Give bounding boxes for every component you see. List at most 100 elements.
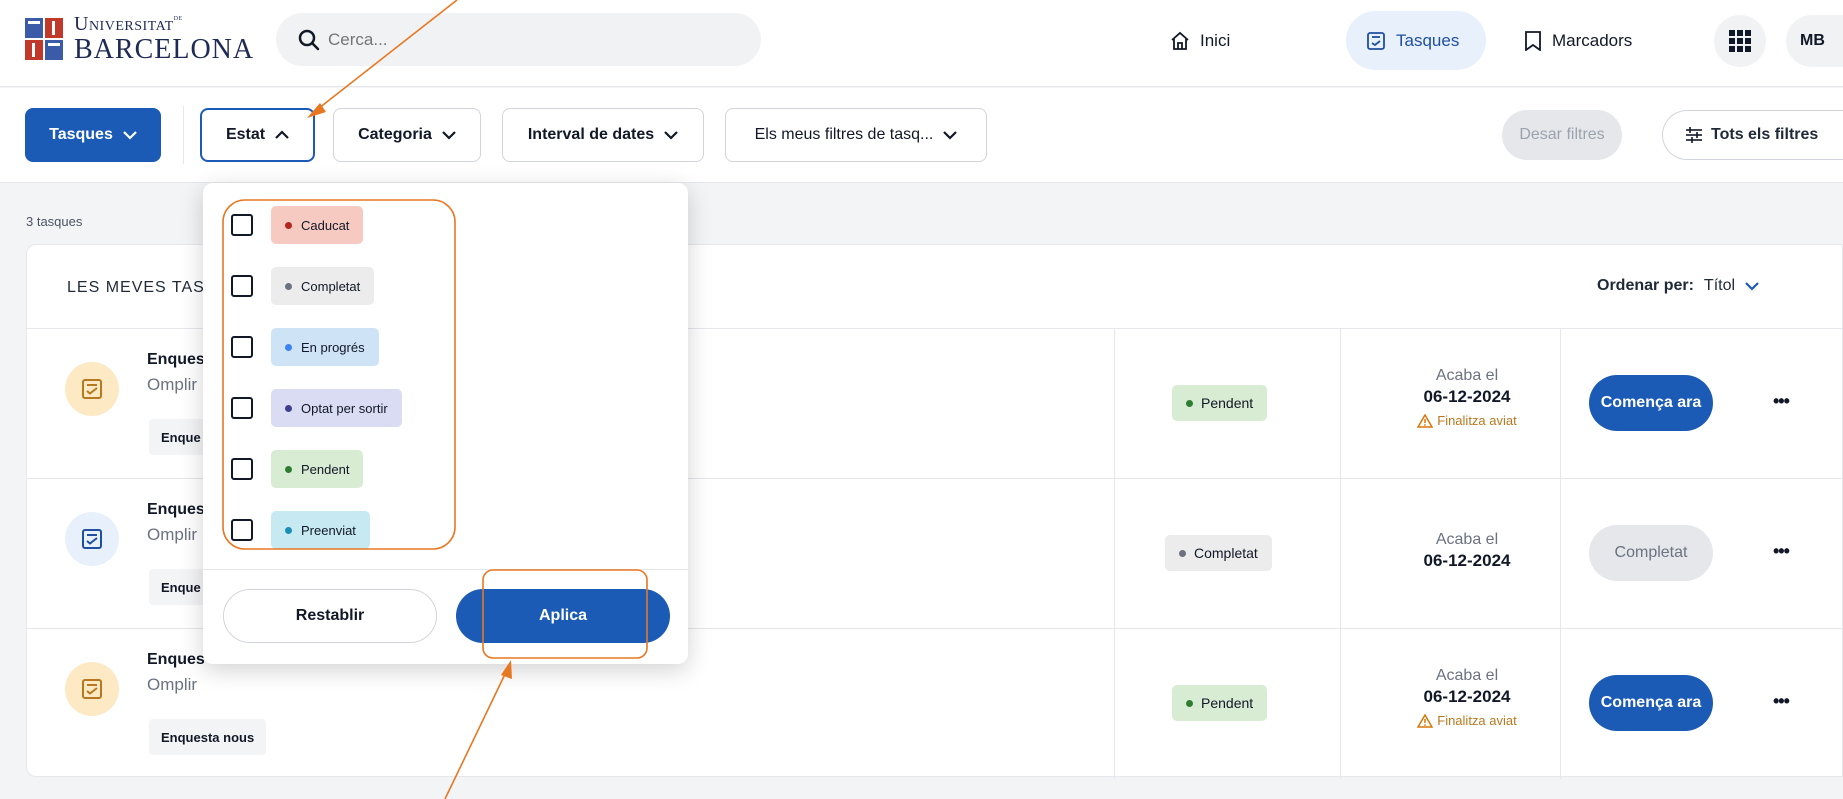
sort-value: Títol [1703,277,1736,294]
start-now-button[interactable]: Comença ara [1589,675,1713,731]
due-warning: Finalitza aviat [1367,413,1567,428]
nav-home-label: Inici [1200,30,1231,50]
nav-bookmarks[interactable]: Marcadors [1504,11,1652,70]
filter-estat[interactable]: Estat [200,108,315,162]
chevron-down-icon [123,131,137,140]
due-warning-label: Finalitza aviat [1437,413,1517,428]
filter-date-range-label: Interval de dates [527,126,655,143]
more-options-icon[interactable]: ••• [1773,691,1790,712]
status-pill: Optat per sortir [271,389,402,427]
status-badge: Completat [1165,535,1272,571]
status-dot [285,465,292,473]
all-filters-label: Tots els filtres [1711,126,1819,143]
status-option-label: Completat [301,278,361,294]
checkbox[interactable] [231,458,253,480]
task-name[interactable]: Enques [147,651,205,669]
task-tag: Enquesta nous [149,719,267,755]
status-option-caducat[interactable]: Caducat [231,205,364,245]
task-name[interactable]: Enques [147,501,205,519]
survey-icon [65,362,119,416]
apps-menu-button[interactable] [1714,15,1766,67]
due-date: 06-12-2024 [1423,387,1511,406]
due-warning-label: Finalitza aviat [1437,713,1517,728]
filter-bar: Tasques Estat Categoria Interval de date… [0,88,1843,183]
status-option-pendent[interactable]: Pendent [231,449,364,489]
dropdown-divider [203,569,688,570]
more-options-icon[interactable]: ••• [1773,391,1790,412]
due-warning: Finalitza aviat [1367,713,1567,728]
status-dot [1179,549,1186,557]
nav-home[interactable]: Inici [1150,11,1250,70]
checkbox[interactable] [231,214,253,236]
brand-line1-sup: de [173,13,183,22]
save-filters-button[interactable]: Desar filtres [1502,110,1622,160]
filter-my-filters-label: Els meus filtres de tasq... [754,126,934,143]
column-divider [1560,629,1561,779]
due-date: 06-12-2024 [1423,551,1511,570]
search-input[interactable] [328,29,728,50]
task-list-title: LES MEVES TASC [67,279,218,296]
search-icon [298,29,320,50]
checkbox[interactable] [231,519,253,541]
status-pill: Preenviat [271,511,370,549]
tasks-type-button[interactable]: Tasques [25,108,161,162]
warning-icon [1417,713,1434,728]
due-info: Acaba el 06-12-2024 Finalitza aviat [1367,367,1567,428]
completed-button[interactable]: Completat [1589,525,1713,581]
sliders-icon [1686,127,1702,143]
brand-line2: BARCELONA [74,34,255,65]
status-dot [285,526,292,534]
status-label: Pendent [1201,395,1254,411]
nav-tasks[interactable]: Tasques [1346,11,1486,70]
status-pill: Caducat [271,206,364,244]
search-box[interactable] [276,13,761,66]
filter-divider [183,106,184,164]
status-option-label: En progrés [301,339,365,355]
user-avatar[interactable]: MB [1786,15,1843,67]
status-option-label: Caducat [301,217,350,233]
status-option-completat[interactable]: Completat [231,266,375,306]
status-dot [285,404,292,412]
due-info: Acaba el 06-12-2024 Finalitza aviat [1367,667,1567,728]
filter-categoria[interactable]: Categoria [333,108,481,162]
checkbox[interactable] [231,336,253,358]
status-pill: Pendent [271,450,364,488]
status-dot [285,343,292,351]
university-logo[interactable]: Universitatde BARCELONA [24,14,254,64]
column-divider [1340,629,1341,779]
chevron-down-icon [943,131,958,140]
due-date: 06-12-2024 [1423,687,1511,706]
more-options-icon[interactable]: ••• [1773,541,1790,562]
user-initials: MB [1800,32,1825,49]
status-pill: En progrés [271,328,379,366]
column-divider [1340,329,1341,479]
checkbox[interactable] [231,275,253,297]
status-dot [1186,399,1193,407]
due-label: Acaba el [1435,531,1499,548]
status-filter-dropdown: Caducat Completat En progrés Optat per s… [203,183,688,664]
status-option-optat-per-sortir[interactable]: Optat per sortir [231,388,402,428]
filter-my-filters[interactable]: Els meus filtres de tasq... [725,108,987,162]
checkbox[interactable] [231,397,253,419]
chevron-down-icon [1745,282,1759,291]
survey-icon [65,662,119,716]
task-count: 3 tasques [26,214,83,229]
column-divider [1560,479,1561,629]
filter-date-range[interactable]: Interval de dates [502,108,704,162]
chevron-down-icon [442,131,456,140]
chevron-up-icon [275,130,289,139]
status-dot [1186,699,1193,707]
tasks-type-label: Tasques [49,126,113,143]
sort-control[interactable]: Ordenar per: Títol [1597,277,1759,295]
save-filters-label: Desar filtres [1519,126,1605,143]
start-now-button[interactable]: Comença ara [1589,375,1713,431]
status-option-preenviat[interactable]: Preenviat [231,510,370,550]
apply-button[interactable]: Aplica [456,589,670,643]
status-option-en-progres[interactable]: En progrés [231,327,379,367]
tasks-icon [1367,31,1385,50]
column-divider [1340,479,1341,629]
status-option-label: Pendent [301,461,350,477]
reset-button[interactable]: Restablir [223,589,437,643]
task-name[interactable]: Enques [147,351,205,369]
all-filters-button[interactable]: Tots els filtres [1662,110,1843,160]
